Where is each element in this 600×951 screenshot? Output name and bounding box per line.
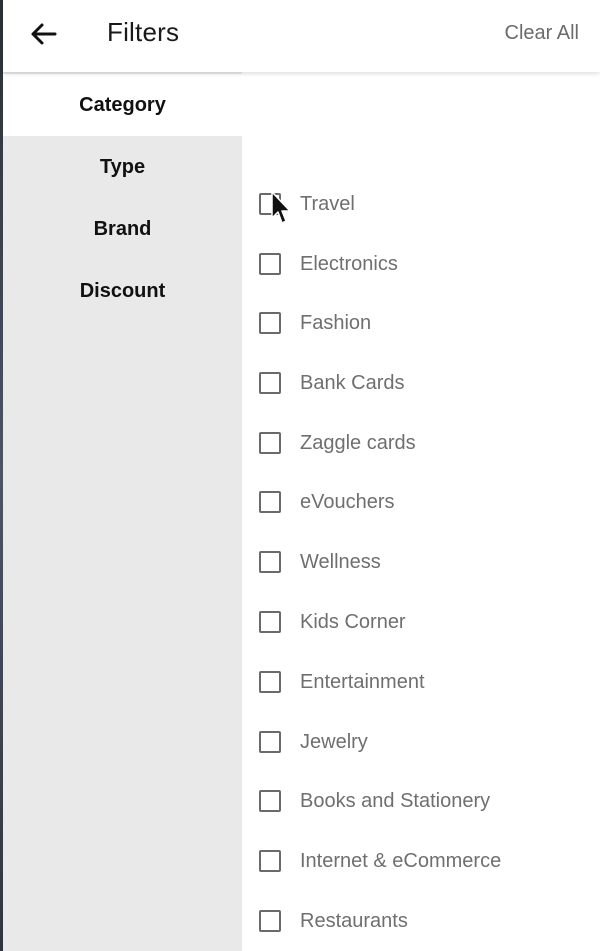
- back-button[interactable]: [27, 16, 59, 52]
- option-label: Internet & eCommerce: [300, 849, 502, 872]
- option-label: eVouchers: [300, 490, 395, 513]
- option-label: Restaurants: [300, 909, 408, 932]
- option-label: Bank Cards: [300, 371, 405, 394]
- sidebar-item-category[interactable]: Category: [3, 74, 242, 136]
- category-options: Travel Electronics Fashion Bank Cards Za…: [242, 72, 600, 951]
- checkbox[interactable]: [259, 193, 281, 215]
- option-bank-cards[interactable]: Bank Cards: [259, 363, 405, 403]
- option-label: Electronics: [300, 252, 398, 275]
- option-label: Kids Corner: [300, 610, 406, 633]
- option-jewelry[interactable]: Jewelry: [259, 722, 368, 762]
- sidebar-item-brand[interactable]: Brand: [3, 198, 242, 260]
- option-electronics[interactable]: Electronics: [259, 244, 398, 284]
- option-internet-ecommerce[interactable]: Internet & eCommerce: [259, 841, 501, 881]
- clear-all-button[interactable]: Clear All: [505, 22, 579, 45]
- option-evouchers[interactable]: eVouchers: [259, 482, 395, 522]
- header: Filters Clear All: [3, 0, 600, 72]
- checkbox[interactable]: [259, 491, 281, 513]
- checkbox[interactable]: [259, 253, 281, 275]
- option-books-and-stationery[interactable]: Books and Stationery: [259, 781, 490, 821]
- page-title: Filters: [107, 17, 180, 47]
- arrow-left-icon: [31, 23, 57, 45]
- checkbox[interactable]: [259, 910, 281, 932]
- option-label: Zaggle cards: [300, 431, 416, 454]
- checkbox[interactable]: [259, 312, 281, 334]
- option-entertainment[interactable]: Entertainment: [259, 662, 425, 702]
- checkbox[interactable]: [259, 850, 281, 872]
- option-kids-corner[interactable]: Kids Corner: [259, 602, 406, 642]
- checkbox[interactable]: [259, 372, 281, 394]
- option-wellness[interactable]: Wellness: [259, 542, 381, 582]
- checkbox[interactable]: [259, 731, 281, 753]
- option-label: Entertainment: [300, 670, 425, 693]
- option-label: Jewelry: [300, 730, 368, 753]
- option-label: Fashion: [300, 311, 372, 334]
- option-label: Travel: [300, 192, 355, 215]
- filter-sidebar: Category Type Brand Discount: [3, 72, 242, 951]
- checkbox[interactable]: [259, 790, 281, 812]
- checkbox[interactable]: [259, 671, 281, 693]
- option-travel[interactable]: Travel: [259, 184, 355, 224]
- option-label: Books and Stationery: [300, 789, 491, 812]
- checkbox[interactable]: [259, 432, 281, 454]
- sidebar-item-discount[interactable]: Discount: [3, 260, 242, 322]
- option-restaurants[interactable]: Restaurants: [259, 901, 408, 941]
- filters-screen: Filters Clear All Category Type Brand Di…: [0, 0, 600, 951]
- option-fashion[interactable]: Fashion: [259, 303, 371, 343]
- checkbox[interactable]: [259, 611, 281, 633]
- checkbox[interactable]: [259, 551, 281, 573]
- option-zaggle-cards[interactable]: Zaggle cards: [259, 423, 416, 463]
- sidebar-item-type[interactable]: Type: [3, 136, 242, 198]
- option-label: Wellness: [300, 550, 381, 573]
